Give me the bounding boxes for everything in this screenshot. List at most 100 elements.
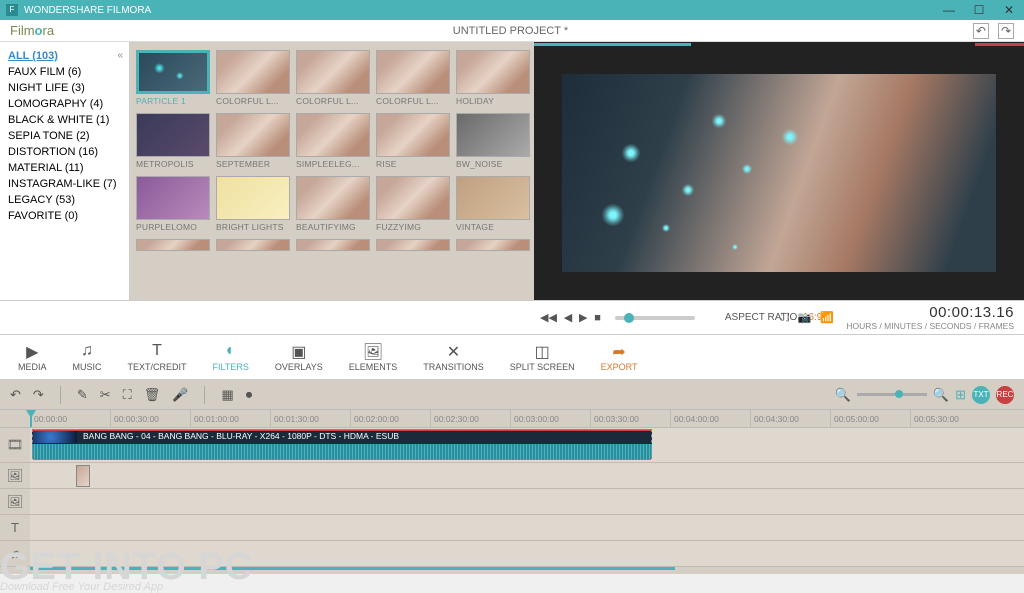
ruler-mark: 00:05:30:00 bbox=[910, 410, 990, 427]
filter-thumb-image bbox=[216, 50, 290, 94]
filter-thumb[interactable] bbox=[456, 239, 530, 251]
preview-scrubber[interactable] bbox=[615, 316, 695, 320]
zoom-out-icon[interactable]: 🔍 bbox=[835, 387, 851, 403]
reverse-button[interactable]: ◀ bbox=[564, 312, 572, 324]
timeline-scrollbar[interactable] bbox=[30, 567, 675, 570]
pip-track[interactable]: 🖼 bbox=[0, 489, 1024, 515]
filter-thumb[interactable]: BRIGHT LIGHTS bbox=[216, 176, 290, 234]
tab-music[interactable]: ♫MUSIC bbox=[73, 342, 102, 372]
filter-thumb[interactable] bbox=[376, 239, 450, 251]
filter-category-9[interactable]: LEGACY (53) bbox=[8, 192, 121, 208]
split screen-icon: ◫ bbox=[510, 342, 575, 362]
app-icon: F bbox=[6, 4, 18, 16]
fullscreen-icon[interactable]: ⛶ bbox=[781, 312, 789, 324]
prev-button[interactable]: ◀◀ bbox=[540, 312, 557, 324]
tab-media[interactable]: ▶MEDIA bbox=[18, 342, 47, 372]
tl-cut-icon[interactable]: ✂ bbox=[100, 387, 111, 403]
tl-edit-icon[interactable]: ✎ bbox=[77, 387, 88, 403]
timecode: 00:00:13.16 bbox=[846, 304, 1014, 321]
video-preview[interactable] bbox=[562, 74, 996, 272]
filter-category-4[interactable]: BLACK & WHITE (1) bbox=[8, 112, 121, 128]
tab-filters[interactable]: ◐FILTERS bbox=[213, 342, 249, 372]
filter-thumb-label: COLORFUL L... bbox=[216, 94, 290, 108]
window-close[interactable]: ✕ bbox=[994, 0, 1024, 20]
tab-elements[interactable]: 🖼ELEMENTS bbox=[349, 342, 398, 372]
tl-grid-icon[interactable]: ▦ bbox=[221, 387, 233, 403]
filter-category-1[interactable]: FAUX FILM (6) bbox=[8, 64, 121, 80]
tl-voiceover-icon[interactable]: 🎤 bbox=[172, 387, 188, 403]
tl-redo-icon[interactable]: ↷ bbox=[33, 387, 44, 403]
filter-category-8[interactable]: INSTAGRAM-LIKE (7) bbox=[8, 176, 121, 192]
filter-thumb[interactable]: COLORFUL L... bbox=[216, 50, 290, 108]
filter-thumb[interactable] bbox=[216, 239, 290, 251]
tab-export[interactable]: ➦EXPORT bbox=[601, 342, 638, 372]
filter-thumb-label: BW_NOISE bbox=[456, 157, 530, 171]
filter-thumb[interactable]: BW_NOISE bbox=[456, 113, 530, 171]
stop-button[interactable]: ■ bbox=[594, 312, 601, 324]
tl-crop-icon[interactable]: ⛶ bbox=[123, 387, 132, 403]
video-clip[interactable]: BANG BANG - 04 - BANG BANG - BLU-RAY - X… bbox=[32, 429, 652, 459]
tab-label: MEDIA bbox=[18, 362, 47, 372]
image-track[interactable]: 🖼 bbox=[0, 463, 1024, 489]
tab-overlays[interactable]: ▣OVERLAYS bbox=[275, 342, 323, 372]
filter-thumb[interactable]: RISE bbox=[376, 113, 450, 171]
filter-category-2[interactable]: NIGHT LIFE (3) bbox=[8, 80, 121, 96]
filter-thumb[interactable]: BEAUTIFYIMG bbox=[296, 176, 370, 234]
filter-thumb[interactable]: SIMPLEELEG... bbox=[296, 113, 370, 171]
filter-thumb-image bbox=[376, 113, 450, 157]
badge-record[interactable]: REC bbox=[996, 386, 1014, 404]
filter-category-7[interactable]: MATERIAL (11) bbox=[8, 160, 121, 176]
zoom-fit-icon[interactable]: ⊞ bbox=[955, 387, 966, 403]
quality-icon[interactable]: 📶 bbox=[820, 312, 834, 324]
tab-textcredit[interactable]: TTEXT/CREDIT bbox=[128, 342, 187, 372]
filter-thumb[interactable]: PARTICLE 1 bbox=[136, 50, 210, 108]
filter-thumb[interactable] bbox=[296, 239, 370, 251]
filter-category-6[interactable]: DISTORTION (16) bbox=[8, 144, 121, 160]
zoom-in-icon[interactable]: 🔍 bbox=[933, 387, 949, 403]
audio-track[interactable]: ♫ bbox=[0, 541, 1024, 567]
tab-splitscreen[interactable]: ◫SPLIT SCREEN bbox=[510, 342, 575, 372]
filter-category-5[interactable]: SEPIA TONE (2) bbox=[8, 128, 121, 144]
video-track-icon: 🎞 bbox=[0, 428, 30, 462]
tl-undo-icon[interactable]: ↶ bbox=[10, 387, 21, 403]
zoom-slider[interactable] bbox=[857, 393, 927, 396]
filter-thumb[interactable]: PURPLELOMO bbox=[136, 176, 210, 234]
filter-thumb-image bbox=[136, 176, 210, 220]
filter-category-0[interactable]: ALL (103) bbox=[8, 48, 121, 64]
preview-panel bbox=[534, 42, 1024, 300]
tl-delete-icon[interactable]: 🗑 bbox=[144, 387, 161, 403]
tl-record-icon[interactable]: ⏺ bbox=[246, 387, 253, 403]
music-icon: ♫ bbox=[73, 342, 102, 362]
chrome-redo-icon[interactable]: ↷ bbox=[998, 23, 1014, 39]
filter-thumb[interactable]: METROPOLIS bbox=[136, 113, 210, 171]
scrubber-knob[interactable] bbox=[624, 313, 634, 323]
filter-thumb[interactable] bbox=[136, 239, 210, 251]
window-maximize[interactable]: ☐ bbox=[964, 0, 994, 20]
badge-text[interactable]: TXT bbox=[972, 386, 990, 404]
media-icon: ▶ bbox=[18, 342, 47, 362]
filter-thumb[interactable]: VINTAGE bbox=[456, 176, 530, 234]
filter-thumb-label: COLORFUL L... bbox=[296, 94, 370, 108]
sidebar-collapse-icon[interactable]: « bbox=[117, 50, 123, 61]
filter-thumb[interactable]: COLORFUL L... bbox=[376, 50, 450, 108]
filter-thumb[interactable]: FUZZYIMG bbox=[376, 176, 450, 234]
text-track[interactable]: T bbox=[0, 515, 1024, 541]
ruler-mark: 00:00:30:00 bbox=[110, 410, 190, 427]
filter-thumb[interactable]: HOLIDAY bbox=[456, 50, 530, 108]
snapshot-icon[interactable]: 📷 bbox=[798, 312, 812, 324]
filter-thumb-image bbox=[456, 50, 530, 94]
video-track[interactable]: 🎞 BANG BANG - 04 - BANG BANG - BLU-RAY -… bbox=[0, 428, 1024, 463]
filter-category-3[interactable]: LOMOGRAPHY (4) bbox=[8, 96, 121, 112]
filter-clip[interactable] bbox=[76, 465, 90, 487]
play-button[interactable]: ▶ bbox=[579, 312, 587, 324]
playhead[interactable] bbox=[30, 410, 32, 427]
tab-transitions[interactable]: ✕TRANSITIONS bbox=[423, 342, 484, 372]
window-minimize[interactable]: — bbox=[934, 0, 964, 20]
chrome-undo-icon[interactable]: ↶ bbox=[973, 23, 989, 39]
transitions-icon: ✕ bbox=[423, 342, 484, 362]
timeline-ruler[interactable]: 00:00:0000:00:30:0000:01:00:0000:01:30:0… bbox=[0, 410, 1024, 428]
filter-thumb-image bbox=[376, 50, 450, 94]
filter-thumb[interactable]: COLORFUL L... bbox=[296, 50, 370, 108]
filter-category-10[interactable]: FAVORITE (0) bbox=[8, 208, 121, 224]
filter-thumb[interactable]: SEPTEMBER bbox=[216, 113, 290, 171]
